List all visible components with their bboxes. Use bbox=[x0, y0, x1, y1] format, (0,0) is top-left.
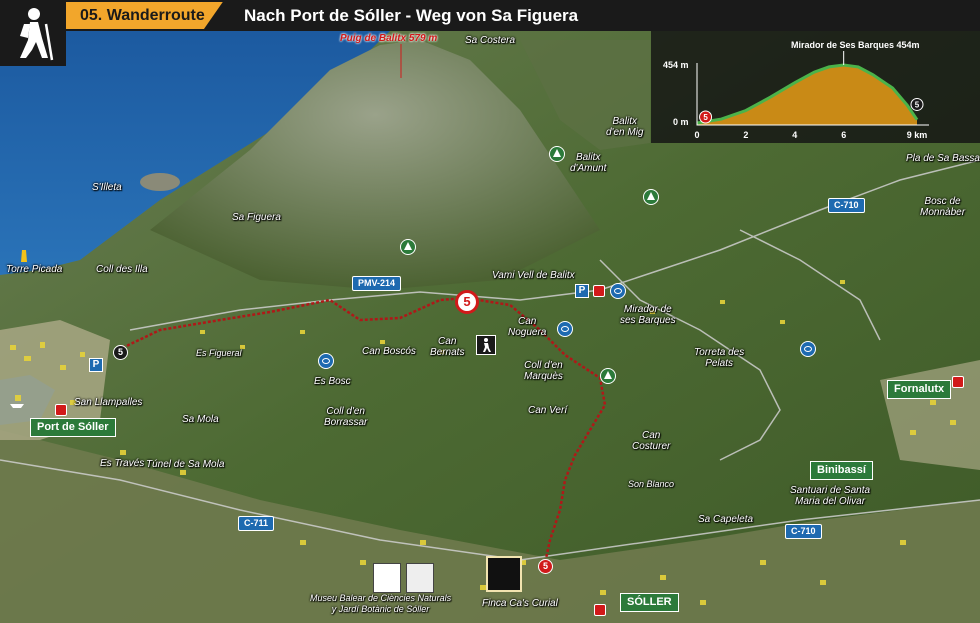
parking-icon-mirador: P bbox=[575, 284, 589, 298]
route-number-marker[interactable]: 5 bbox=[455, 290, 479, 314]
viewpoint-icon-noguera[interactable] bbox=[557, 321, 573, 337]
viewpoint-icon[interactable] bbox=[610, 283, 626, 299]
route-start-marker[interactable]: 5 bbox=[538, 559, 553, 574]
profile-x-tick: 6 bbox=[841, 130, 846, 140]
museum-logo-icon bbox=[373, 563, 401, 593]
label-coll-borrassar: Coll d'en Borrassar bbox=[324, 406, 368, 428]
hiker-icon bbox=[20, 8, 54, 61]
label-bosc-monnaber: Bosc de Monnàber bbox=[920, 196, 966, 218]
label-san-llampalles: San Llampalles bbox=[74, 397, 143, 408]
elevation-profile: 0 2 4 6 9 km 5 5 Mirador de Ses Barques 454m 4… bbox=[651, 31, 980, 143]
label-can-bernats: Can Bernats bbox=[430, 336, 465, 358]
tree-icon-marques bbox=[600, 368, 616, 384]
label-sa-mola: Sa Mola bbox=[182, 414, 219, 425]
town-sign-port-soller[interactable]: Port de Sóller bbox=[30, 418, 116, 437]
road-sign-c710: C-710 bbox=[828, 198, 865, 213]
label-tunel-mola: Túnel de Sa Mola bbox=[146, 459, 225, 470]
peak-label: Puig de Balitx 579 m bbox=[340, 33, 438, 44]
tree-icon bbox=[400, 239, 416, 255]
label-sa-costera: Sa Costera bbox=[465, 35, 516, 46]
profile-end-marker-label: 5 bbox=[915, 100, 920, 109]
profile-ymax-label: 454 m bbox=[663, 60, 689, 70]
bus-icon-port bbox=[55, 404, 67, 416]
label-finca: Finca Ca's Curial bbox=[482, 598, 558, 609]
route-number-tag: 05. Wanderroute bbox=[66, 2, 223, 29]
label-can-boscos: Can Boscós bbox=[362, 346, 416, 357]
lighthouse-icon bbox=[21, 250, 27, 262]
profile-start-marker-label: 5 bbox=[703, 113, 708, 122]
boat-icon bbox=[10, 404, 24, 408]
bus-icon-fornalutx bbox=[952, 376, 964, 388]
tree-icon-east bbox=[643, 189, 659, 205]
label-coll-illa: Coll des Illa bbox=[96, 264, 148, 275]
route-end-marker[interactable]: 5 bbox=[113, 345, 128, 360]
profile-x-tick: 2 bbox=[743, 130, 748, 140]
label-balitx-amunt: Balitx d'Amunt bbox=[570, 152, 607, 174]
label-santuari: Santuari de Santa Maria del Olivar bbox=[790, 485, 871, 507]
garden-logo-icon bbox=[406, 563, 434, 593]
profile-ymin-label: 0 m bbox=[673, 117, 689, 127]
label-silleta: S'Illeta bbox=[92, 182, 122, 193]
label-can-noguera: Can Noguera bbox=[508, 316, 547, 338]
label-es-figueral: Es Figueral bbox=[196, 348, 242, 358]
label-pla-bassa: Pla de Sa Bassa bbox=[906, 153, 980, 164]
town-sign-soller[interactable]: SÓLLER bbox=[620, 593, 679, 612]
label-vami-vell: Vami Vell de Balitx bbox=[492, 270, 575, 281]
label-coll-marques: Coll d'en Marquès bbox=[524, 360, 563, 382]
town-sign-binibassi[interactable]: Binibassí bbox=[810, 461, 873, 480]
parking-icon: P bbox=[89, 358, 103, 372]
road-sign-pmv214: PMV-214 bbox=[352, 276, 402, 291]
town-sign-fornalutx[interactable]: Fornalutx bbox=[887, 380, 952, 399]
map-area[interactable]: 05. Wanderroute Nach Port de Sóller - We… bbox=[0, 0, 980, 623]
label-can-veri: Can Verí bbox=[528, 405, 568, 416]
hiker-sign-icon bbox=[476, 335, 496, 355]
label-torre-picada: Torre Picada bbox=[6, 264, 63, 275]
road-sign-c710-south: C-710 bbox=[785, 524, 822, 539]
tree-icon-balitx bbox=[549, 146, 565, 162]
route-title: Nach Port de Sóller - Weg von Sa Figuera bbox=[244, 6, 579, 25]
viewpoint-icon-pelats[interactable] bbox=[800, 341, 816, 357]
label-es-traves: Es Través bbox=[100, 458, 145, 469]
label-balitx-mig: Balitx d'en Mig bbox=[606, 116, 644, 138]
hiker-logo bbox=[0, 0, 66, 66]
label-es-bosc: Es Bosc bbox=[314, 376, 351, 387]
label-museu: Museu Balear de Ciències Naturals y Jard… bbox=[310, 593, 452, 614]
profile-x-tick: 9 km bbox=[907, 130, 928, 140]
label-torreta-pelats: Torreta des Pelats bbox=[694, 347, 745, 369]
finca-logo-icon bbox=[486, 556, 522, 592]
road-sign-c711: C-711 bbox=[238, 516, 275, 531]
profile-x-tick: 0 bbox=[694, 130, 699, 140]
label-son-blanco: Son Blanco bbox=[628, 479, 675, 489]
label-sa-figuera: Sa Figuera bbox=[232, 212, 281, 223]
bus-icon bbox=[593, 285, 605, 297]
silleta-island bbox=[140, 173, 180, 191]
bus-icon-soller bbox=[594, 604, 606, 616]
label-can-costurer: Can Costurer bbox=[632, 430, 671, 452]
label-sa-capeleta: Sa Capeleta bbox=[698, 514, 754, 525]
label-mirador: Mirador de ses Barques bbox=[620, 304, 676, 326]
viewpoint-icon-bosc[interactable] bbox=[318, 353, 334, 369]
profile-top-label: Mirador de Ses Barques 454m bbox=[791, 40, 920, 50]
profile-x-tick: 4 bbox=[792, 130, 797, 140]
